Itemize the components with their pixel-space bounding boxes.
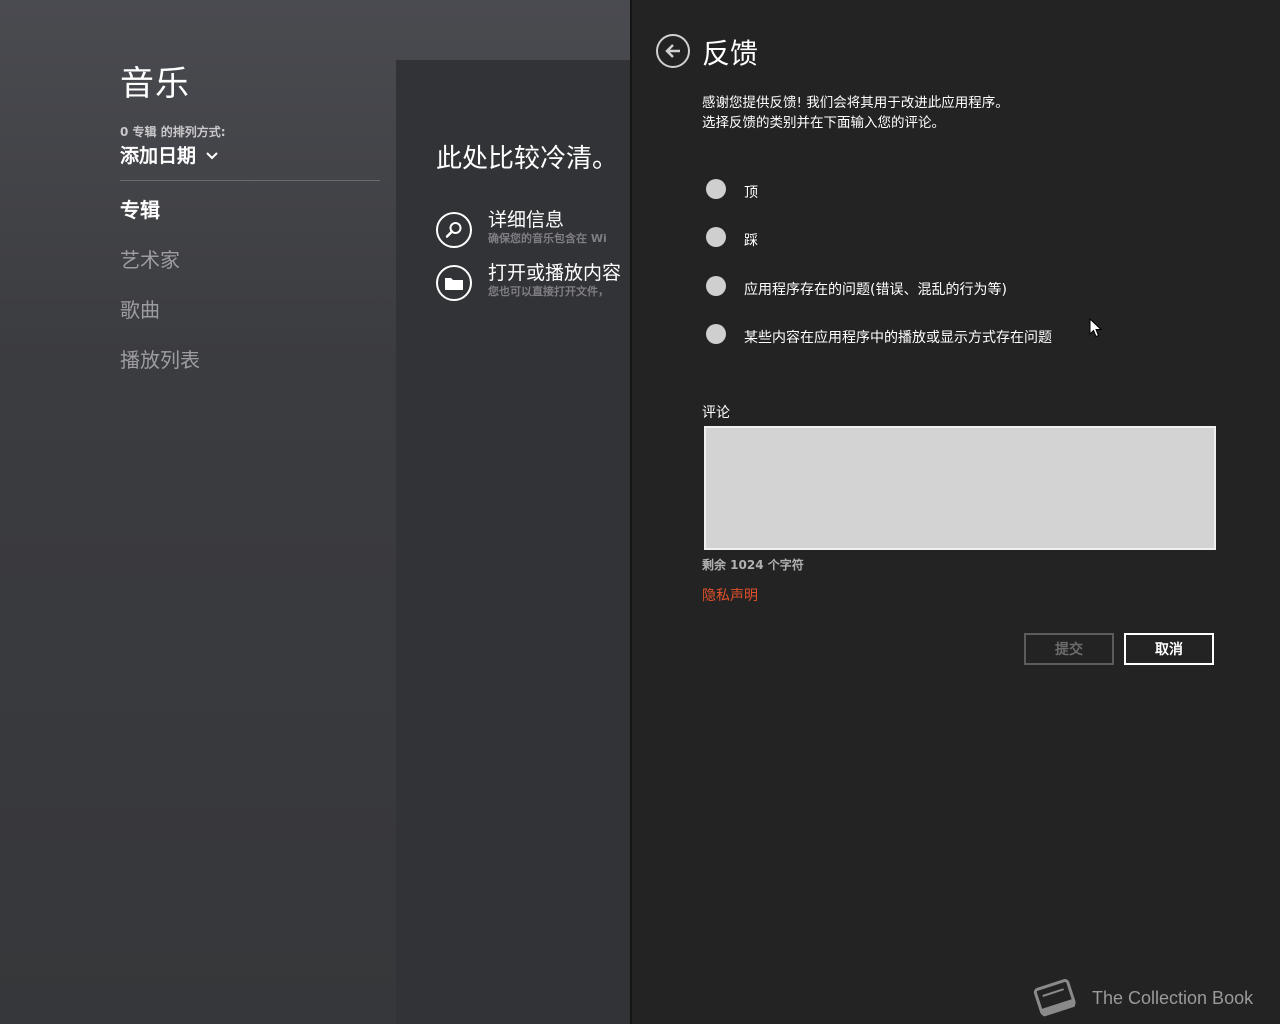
nav-list: 专辑 艺术家 歌曲 播放列表 xyxy=(120,194,200,394)
details-action-title: 详细信息 xyxy=(488,209,565,231)
radio-button[interactable] xyxy=(706,179,726,199)
details-action-subtitle: 确保您的音乐包含在 Wi xyxy=(488,232,607,245)
app-title: 音乐 xyxy=(120,64,190,104)
book-icon xyxy=(1033,979,1076,1017)
flyout-description: 感谢您提供反馈! 我们会将其用于改进此应用程序。 选择反馈的类别并在下面输入您的… xyxy=(702,93,1009,133)
music-app: 音乐 0 专辑 的排列方式: 添加日期 专辑 艺术家 歌曲 播放列表 此处比较冷… xyxy=(0,0,1280,1024)
radio-thumbs-down[interactable]: 踩 xyxy=(706,224,758,250)
radio-button[interactable] xyxy=(706,227,726,247)
folder-icon xyxy=(436,265,472,301)
feedback-flyout: 反馈 感谢您提供反馈! 我们会将其用于改进此应用程序。 选择反馈的类别并在下面输… xyxy=(630,0,1280,1024)
empty-state-title: 此处比较冷清。 xyxy=(436,144,619,174)
watermark-text: The Collection Book xyxy=(1092,987,1254,1008)
open-play-action-title: 打开或播放内容 xyxy=(488,262,622,284)
cancel-button[interactable]: 取消 xyxy=(1124,633,1214,665)
arrow-left-icon xyxy=(665,44,680,58)
details-action[interactable]: 详细信息 确保您的音乐包含在 Wi xyxy=(436,208,607,248)
radio-button[interactable] xyxy=(706,324,726,344)
radio-label: 某些内容在应用程序中的播放或显示方式存在问题 xyxy=(744,330,1052,346)
comment-textarea[interactable] xyxy=(704,426,1216,550)
nav-item-albums[interactable]: 专辑 xyxy=(120,194,200,244)
radio-label: 顶 xyxy=(744,185,758,201)
radio-thumbs-up[interactable]: 顶 xyxy=(706,176,758,202)
chevron-down-icon xyxy=(206,152,218,160)
radio-content-problem[interactable]: 某些内容在应用程序中的播放或显示方式存在问题 xyxy=(706,321,1052,347)
submit-button[interactable]: 提交 xyxy=(1024,633,1114,665)
char-count: 剩余 1024 个字符 xyxy=(702,558,804,572)
back-button[interactable] xyxy=(656,34,690,68)
radio-app-problem[interactable]: 应用程序存在的问题(错误、混乱的行为等) xyxy=(706,273,1007,299)
nav-item-artists[interactable]: 艺术家 xyxy=(120,244,200,294)
content-panel: 此处比较冷清。 详细信息 确保您的音乐包含在 Wi 打开或播放内容 您也可以直接… xyxy=(396,60,636,1024)
description-line-1: 感谢您提供反馈! 我们会将其用于改进此应用程序。 xyxy=(702,95,1009,111)
sort-dropdown-value: 添加日期 xyxy=(120,145,197,167)
watermark: The Collection Book xyxy=(1030,974,1253,1022)
nav-item-songs[interactable]: 歌曲 xyxy=(120,294,200,344)
description-line-2: 选择反馈的类别并在下面输入您的评论。 xyxy=(702,115,945,131)
sort-caption: 0 专辑 的排列方式: xyxy=(120,125,226,139)
radio-label: 踩 xyxy=(744,233,758,249)
privacy-link[interactable]: 隐私声明 xyxy=(702,585,758,605)
search-icon xyxy=(436,212,472,248)
comment-label: 评论 xyxy=(702,405,730,421)
nav-item-playlists[interactable]: 播放列表 xyxy=(120,344,200,394)
open-play-action[interactable]: 打开或播放内容 您也可以直接打开文件， xyxy=(436,261,621,301)
flyout-title: 反馈 xyxy=(702,37,759,70)
open-play-action-subtitle: 您也可以直接打开文件， xyxy=(488,285,609,298)
radio-button[interactable] xyxy=(706,276,726,296)
sort-dropdown[interactable]: 添加日期 xyxy=(120,141,218,168)
nav-divider xyxy=(120,180,380,181)
radio-label: 应用程序存在的问题(错误、混乱的行为等) xyxy=(744,282,1007,298)
mouse-cursor-icon xyxy=(1089,318,1103,338)
